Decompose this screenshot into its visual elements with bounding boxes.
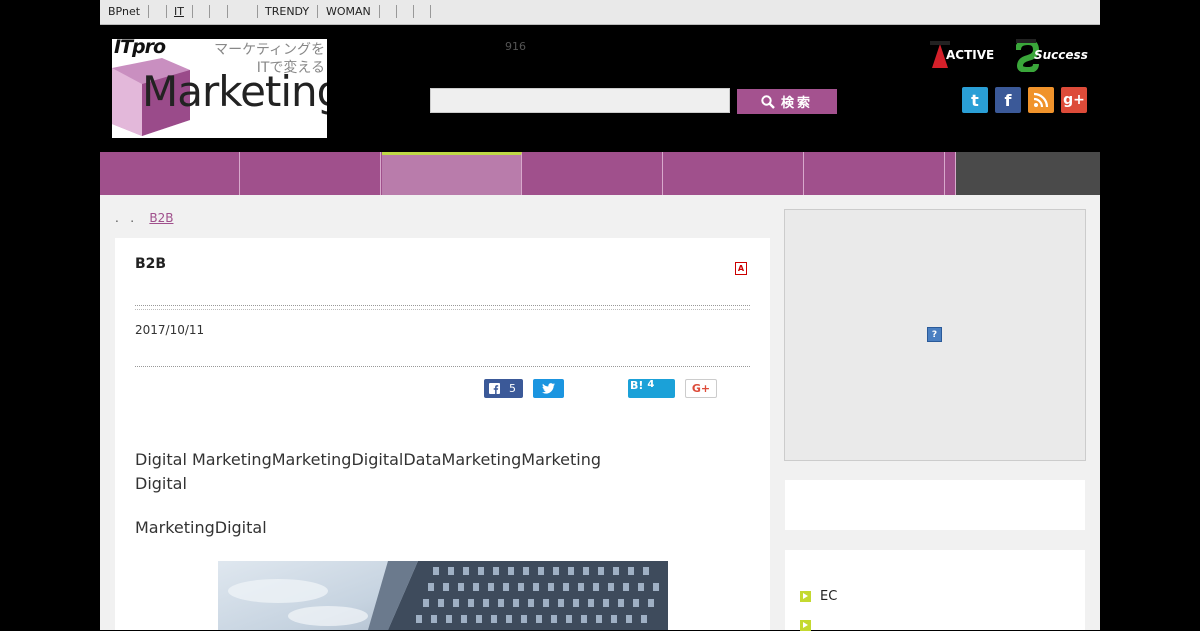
nav-tab-7[interactable] [946, 152, 956, 195]
topbar-divider [192, 5, 193, 18]
topbar-divider [317, 5, 318, 18]
facebook-share-count: 5 [509, 382, 516, 395]
twitter-icon[interactable]: t [962, 87, 988, 113]
google-plus-share-button[interactable]: G+ [685, 379, 717, 398]
divider [135, 309, 750, 310]
hatena-label: B! [630, 379, 644, 392]
nav-tab-6[interactable] [805, 152, 945, 195]
article-date: 2017/10/11 [135, 323, 205, 337]
topbar-divider [209, 5, 210, 18]
paragraph-line: Digital MarketingMarketingDigitalDataMar… [135, 450, 602, 469]
breadcrumb-link-b2b[interactable]: B2B [149, 211, 173, 225]
success-badge[interactable]: Success [1015, 38, 1090, 74]
top-bar: BPnet IT TRENDY WOMAN [100, 0, 1100, 25]
topbar-divider [396, 5, 397, 18]
nav-tab-2[interactable] [241, 152, 381, 195]
view-counter: 916 [505, 40, 526, 53]
nav-dark-segment [956, 152, 1100, 195]
topbar-divider [257, 5, 258, 18]
divider [135, 366, 750, 367]
google-plus-share-label: G+ [691, 382, 711, 395]
sidebar-link-ec[interactable]: EC [820, 589, 837, 604]
sidebar-box [785, 480, 1085, 530]
broken-image-icon: ? [927, 327, 942, 342]
success-badge-label: Success [1034, 48, 1088, 62]
site-logo[interactable]: ITpro マーケティングを ITで変える Marketing [112, 39, 327, 138]
logo-tagline-1: マーケティングを [214, 42, 325, 58]
facebook-icon[interactable]: f [995, 87, 1021, 113]
hatena-count: 4 [647, 379, 655, 390]
divider [135, 305, 750, 306]
logo-wordmark: Marketing [142, 67, 327, 116]
article-photo [218, 561, 668, 630]
twitter-glyph: t [971, 90, 979, 110]
pdf-icon[interactable]: A [735, 262, 747, 275]
facebook-glyph: f [1004, 90, 1012, 110]
topbar-divider [227, 5, 228, 18]
nav-tab-3-active[interactable] [382, 152, 522, 195]
active-badge[interactable]: ACTIVE [928, 38, 1000, 72]
sidebar-ad[interactable]: ? [784, 209, 1086, 461]
twitter-share-button[interactable] [533, 379, 564, 398]
logo-itpro: ITpro [114, 39, 166, 58]
article: B2B A 2017/10/11 5 B! 4 G+ Digital Marke… [115, 238, 770, 630]
topbar-link-it[interactable]: IT [174, 5, 184, 18]
twitter-bird-icon [542, 383, 555, 394]
topbar-link-woman[interactable]: WOMAN [326, 5, 371, 18]
article-title: B2B [135, 256, 167, 272]
breadcrumb: . . B2B [115, 211, 173, 225]
hatena-bookmark-button[interactable]: B! 4 [628, 379, 675, 398]
rss-glyph [1033, 92, 1049, 108]
google-plus-icon[interactable]: g+ [1061, 87, 1087, 113]
topbar-divider [379, 5, 380, 18]
search-icon [761, 94, 775, 109]
article-paragraph-2: MarketingDigital [135, 518, 267, 537]
sidebar-link-list: EC [785, 550, 1085, 631]
facebook-share-button[interactable]: 5 [484, 379, 523, 398]
search-button[interactable]: 検索 [737, 89, 837, 114]
search-button-label: 検索 [780, 96, 813, 111]
topbar-divider [166, 5, 167, 18]
breadcrumb-separator: . [115, 211, 119, 225]
nav-tab-1[interactable] [100, 152, 240, 195]
google-plus-glyph: g+ [1063, 92, 1085, 108]
rss-icon[interactable] [1028, 87, 1054, 113]
topbar-divider [413, 5, 414, 18]
article-paragraph-1: Digital MarketingMarketingDigitalDataMar… [135, 448, 601, 496]
nav-tab-4[interactable] [523, 152, 663, 195]
topbar-link-trendy[interactable]: TRENDY [265, 5, 309, 18]
active-badge-label: ACTIVE [946, 48, 995, 62]
arrow-right-icon [800, 591, 811, 602]
paragraph-line: Digital [135, 474, 187, 493]
topbar-divider [430, 5, 431, 18]
search-input[interactable] [430, 88, 730, 113]
arrow-right-icon [800, 620, 811, 631]
topbar-divider [148, 5, 149, 18]
facebook-square-icon [489, 383, 500, 394]
building-photo [228, 561, 668, 630]
breadcrumb-separator: . [130, 211, 135, 225]
nav-tab-5[interactable] [664, 152, 804, 195]
main-nav [100, 152, 1100, 195]
topbar-link-bpnet[interactable]: BPnet [108, 5, 140, 18]
